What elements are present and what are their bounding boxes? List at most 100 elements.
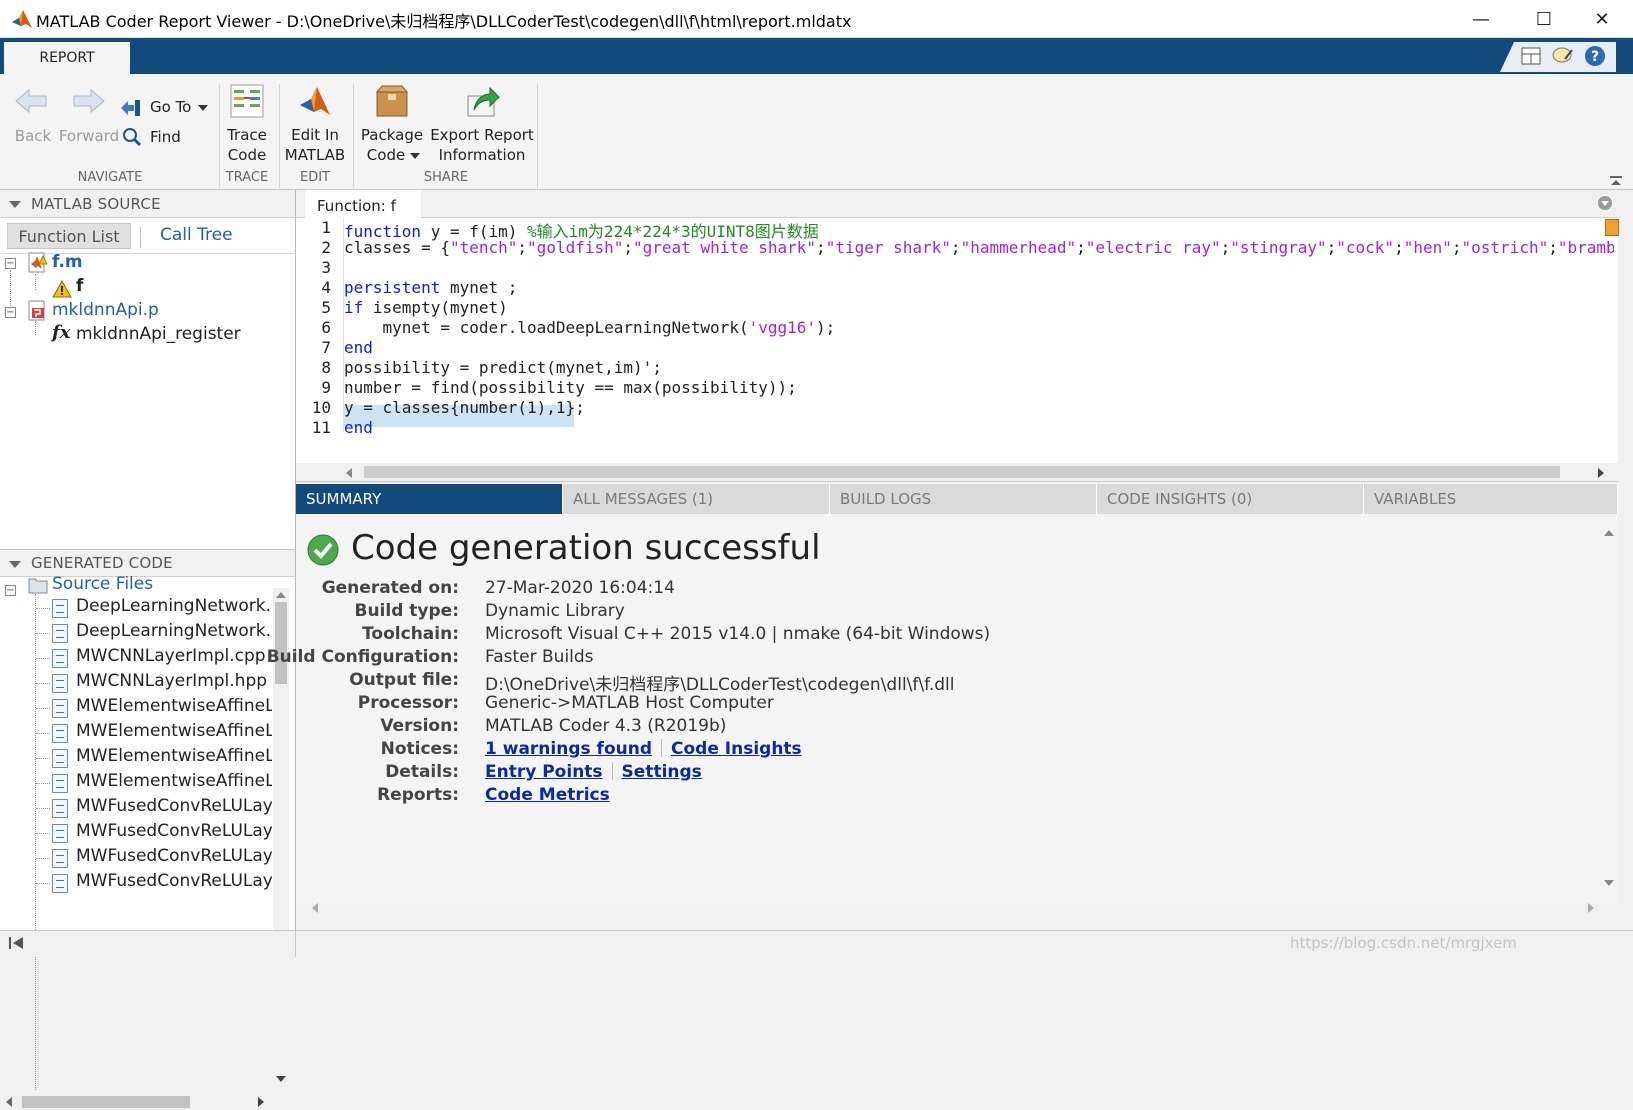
scroll-left-icon[interactable] <box>312 903 318 913</box>
summary-link[interactable]: Code Insights <box>671 739 802 759</box>
tab-divider <box>140 227 141 247</box>
forward-button[interactable]: Forward <box>56 84 122 154</box>
code-separator: ; <box>1220 238 1231 257</box>
tab-menu-icon[interactable] <box>1598 196 1612 210</box>
chevron-down-icon <box>410 153 420 159</box>
package-code-button[interactable]: Package Code <box>358 84 426 164</box>
source-file-icon <box>52 849 68 868</box>
generated-file-item[interactable]: MWCNNLayerImpl.hpp <box>0 671 272 696</box>
matlab-source-header[interactable]: MATLAB SOURCE <box>0 190 295 218</box>
generated-file-item[interactable]: MWFusedConvReLULayer <box>0 871 272 896</box>
back-label: Back <box>14 127 52 145</box>
tree-line <box>36 658 50 659</box>
summary-label: Reports: <box>377 785 459 805</box>
tab-function-f[interactable]: Function: f <box>305 190 421 219</box>
generated-file-item[interactable]: MWElementwiseAffineLay <box>0 696 272 721</box>
collapse-triangle-icon <box>9 561 21 568</box>
scroll-up-icon[interactable] <box>1604 530 1614 536</box>
tab-call-tree[interactable]: Call Tree <box>160 225 233 245</box>
tab-variables[interactable]: VARIABLES <box>1364 484 1618 514</box>
tab-summary[interactable]: SUMMARY <box>296 484 563 514</box>
summary-label: Generated on: <box>321 578 459 598</box>
file-name: MWFusedConvReLULayer <box>76 796 272 816</box>
code-horizontal-scrollbar[interactable] <box>296 463 1618 481</box>
export-icon <box>467 86 500 117</box>
tree-line <box>36 708 50 709</box>
section-edit: EDIT <box>300 170 330 185</box>
tab-code-insights[interactable]: CODE INSIGHTS (0) <box>1097 484 1364 514</box>
file-name: MWElementwiseAffineLay <box>76 721 272 741</box>
tab-function-list[interactable]: Function List <box>7 223 131 249</box>
code-line-6: mynet = coder.loadDeepLearningNetwork('v… <box>344 318 836 337</box>
help-icon[interactable]: ? <box>1581 43 1609 69</box>
generated-file-item[interactable]: MWFusedConvReLULayer <box>0 796 272 821</box>
close-button[interactable]: ✕ <box>1574 0 1630 38</box>
collapse-box-icon[interactable]: − <box>5 307 16 318</box>
scrollbar-thumb[interactable] <box>275 602 287 684</box>
string: "hen" <box>1403 238 1452 257</box>
back-arrow-icon <box>15 88 47 114</box>
collapse-ribbon-icon[interactable] <box>1609 172 1623 185</box>
generated-file-item[interactable]: MWElementwiseAffineLay <box>0 721 272 746</box>
scroll-down-icon[interactable] <box>1604 880 1614 886</box>
code-line-2: classes = {"tench";"goldfish";"great whi… <box>344 238 1614 257</box>
tree-line <box>35 274 36 290</box>
code-text: classes = { <box>344 238 450 257</box>
generated-file-item[interactable]: MWFusedConvReLULayer <box>0 821 272 846</box>
line-number: 4 <box>321 278 331 297</box>
back-button[interactable]: Back <box>8 84 58 154</box>
collapse-box-icon[interactable]: − <box>5 258 16 269</box>
edit-in-matlab-button[interactable]: Edit In MATLAB <box>282 84 348 164</box>
layout-icon[interactable] <box>1517 43 1545 69</box>
generated-file-item[interactable]: MWFusedConvReLULayer <box>0 846 272 871</box>
scroll-right-icon[interactable] <box>1588 903 1594 913</box>
collapse-box-icon[interactable]: − <box>5 585 16 596</box>
line-number: 7 <box>321 338 331 357</box>
window-title: MATLAB Coder Report Viewer - D:\OneDrive… <box>36 12 852 31</box>
goto-button[interactable]: Go To <box>120 96 216 120</box>
code-text: mynet ; <box>440 278 518 297</box>
summary-link[interactable]: Code Metrics <box>485 785 610 805</box>
export-report-button[interactable]: Export Report Information <box>430 84 534 164</box>
tree-item-mkldnnapi[interactable]: mkldnnApi.p <box>52 300 159 320</box>
tree-item-mkldnnapi-register[interactable]: mkldnnApi_register <box>76 324 241 344</box>
package-label-2: Code <box>366 146 406 164</box>
section-share: SHARE <box>423 170 469 185</box>
summary-value: D:\OneDrive\未归档程序\DLLCoderTest\codegen\d… <box>485 675 955 695</box>
scrollbar-thumb[interactable] <box>364 466 1560 478</box>
summary-link[interactable]: Entry Points <box>485 762 603 782</box>
horizontal-scrollbar[interactable] <box>0 1094 272 1110</box>
first-page-icon[interactable] <box>8 936 24 950</box>
generated-file-item[interactable]: MWCNNLayerImpl.cpp <box>0 646 272 671</box>
summary-link[interactable]: Settings <box>622 762 702 782</box>
success-check-icon <box>307 534 339 566</box>
find-button[interactable]: Find <box>120 126 190 150</box>
tree-item-f[interactable]: f <box>76 276 83 296</box>
summary-heading: Code generation successful <box>351 528 821 568</box>
trace-code-button[interactable]: Trace Code <box>222 84 272 164</box>
tree-item-fm[interactable]: f.m <box>52 252 83 272</box>
generated-file-item[interactable]: MWElementwiseAffineLay <box>0 771 272 796</box>
scrollbar-thumb[interactable] <box>22 1096 190 1108</box>
maximize-button[interactable]: ☐ <box>1516 0 1572 38</box>
source-file-icon <box>52 699 68 718</box>
minimize-button[interactable]: — <box>1453 0 1509 38</box>
generated-code-header[interactable]: GENERATED CODE <box>0 549 295 577</box>
tree-line <box>36 683 50 684</box>
tree-line <box>36 783 50 784</box>
warning-marker[interactable] <box>1605 219 1619 236</box>
tab-all-messages[interactable]: ALL MESSAGES (1) <box>563 484 830 514</box>
feedback-icon[interactable] <box>1549 43 1577 69</box>
source-files-folder[interactable]: Source Files <box>52 574 153 594</box>
generated-file-item[interactable]: DeepLearningNetwork.cp <box>0 596 272 621</box>
tab-build-logs[interactable]: BUILD LOGS <box>830 484 1097 514</box>
summary-link[interactable]: 1 warnings found <box>485 739 652 759</box>
generated-code-title: GENERATED CODE <box>31 554 173 572</box>
code-line-4: persistent mynet ; <box>344 278 517 297</box>
summary-label: Details: <box>385 762 459 782</box>
keyword: if <box>344 298 364 317</box>
generated-file-item[interactable]: MWElementwiseAffineLay <box>0 746 272 771</box>
tab-report[interactable]: REPORT <box>4 42 130 74</box>
generated-file-item[interactable]: DeepLearningNetwork.h <box>0 621 272 646</box>
summary-label-wrap: Toolchain: <box>296 624 459 647</box>
